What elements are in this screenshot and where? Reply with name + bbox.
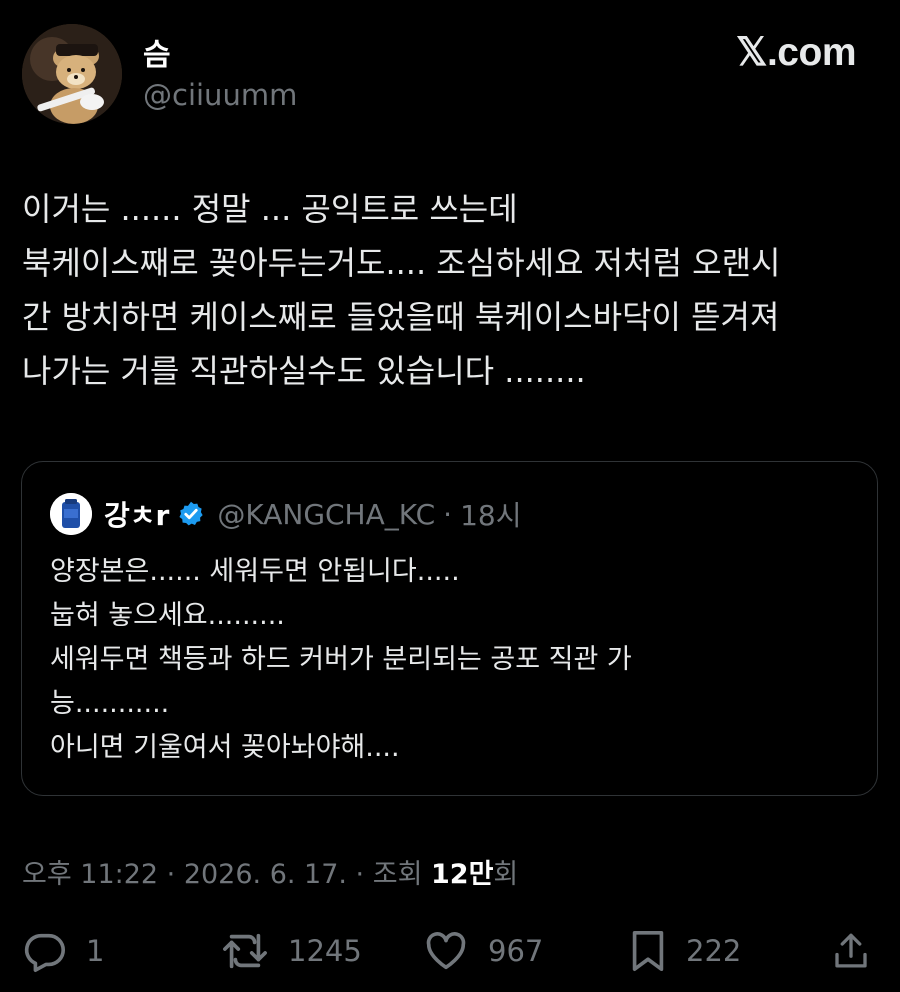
tweet-datetime[interactable]: 오후 11:22 · 2026. 6. 17. · 조회 (22, 859, 431, 890)
reply-count: 1 (86, 934, 105, 968)
share-button[interactable] (830, 928, 872, 974)
quoted-tweet-time[interactable]: 18시 (460, 494, 521, 534)
like-count: 967 (488, 934, 544, 968)
x-logo: 𝕏.com (736, 31, 856, 74)
quoted-text-line: 세워두면 책등과 하드 커버가 분리되는 공포 직관 가 (50, 644, 632, 675)
like-button[interactable]: 967 (422, 928, 543, 974)
tweet-text: 이거는 ...... 정말 ... 공익트로 쓰는데 북케이스째로 꽂아두는거도… (22, 182, 886, 398)
tweet-text-line: 간 방치하면 케이스째로 들었을때 북케이스바닥이 뜯겨져 (22, 298, 780, 336)
bookmark-icon (632, 930, 664, 972)
separator-dot: · (443, 497, 453, 531)
reply-button[interactable]: 1 (22, 928, 104, 974)
verified-badge-icon (179, 501, 204, 526)
avatar-bottle-image (50, 493, 92, 535)
author-handle[interactable]: @ciiuumm (143, 78, 297, 112)
quoted-text-line: 아니면 기울여서 꽂아놔야해.... (50, 732, 400, 763)
tweet-text-line: 이거는 ...... 정말 ... 공익트로 쓰는데 (22, 190, 518, 228)
quoted-text-line: 양장본은...... 세워두면 안됩니다..... (50, 556, 460, 587)
quoted-author-name[interactable]: 강ㅊr (104, 494, 169, 534)
author-name[interactable]: 슴 (143, 30, 171, 74)
like-icon (426, 932, 466, 970)
retweet-icon (223, 933, 267, 969)
view-count-suffix: 회 (493, 859, 519, 890)
retweet-count: 1245 (288, 934, 362, 968)
tweet-text-line: 나가는 거를 직관하실수도 있습니다 ........ (22, 352, 586, 390)
bookmark-button[interactable]: 222 (628, 928, 741, 974)
action-bar: 1 1245 967 222 (0, 920, 900, 980)
quoted-tweet-card[interactable]: 강ㅊr @KANGCHA_KC · 18시 양장본은...... 세워두면 안됩… (21, 461, 878, 796)
tweet-header: 슴 @ciiuumm 𝕏.com (0, 0, 900, 140)
retweet-button[interactable]: 1245 (220, 928, 362, 974)
tweet-text-line: 북케이스째로 꽂아두는거도.... 조심하세요 저처럼 오랜시 (22, 244, 781, 282)
bookmark-count: 222 (686, 934, 742, 968)
quoted-text-line: 능........... (50, 688, 170, 719)
avatar-bear-image (22, 24, 122, 124)
view-count: 12만 (431, 859, 494, 890)
quoted-tweet-header: 강ㅊr @KANGCHA_KC · 18시 (50, 492, 521, 536)
quoted-author-handle[interactable]: @KANGCHA_KC (217, 498, 435, 531)
quoted-tweet-text: 양장본은...... 세워두면 안됩니다..... 눕혀 놓으세요.......… (50, 550, 850, 770)
quoted-author-avatar[interactable] (50, 493, 92, 535)
quoted-text-line: 눕혀 놓으세요......... (50, 600, 285, 631)
share-icon (835, 933, 867, 968)
reply-icon (24, 933, 65, 972)
tweet-meta: 오후 11:22 · 2026. 6. 17. · 조회 12만회 (22, 852, 518, 891)
author-avatar[interactable] (22, 24, 122, 124)
